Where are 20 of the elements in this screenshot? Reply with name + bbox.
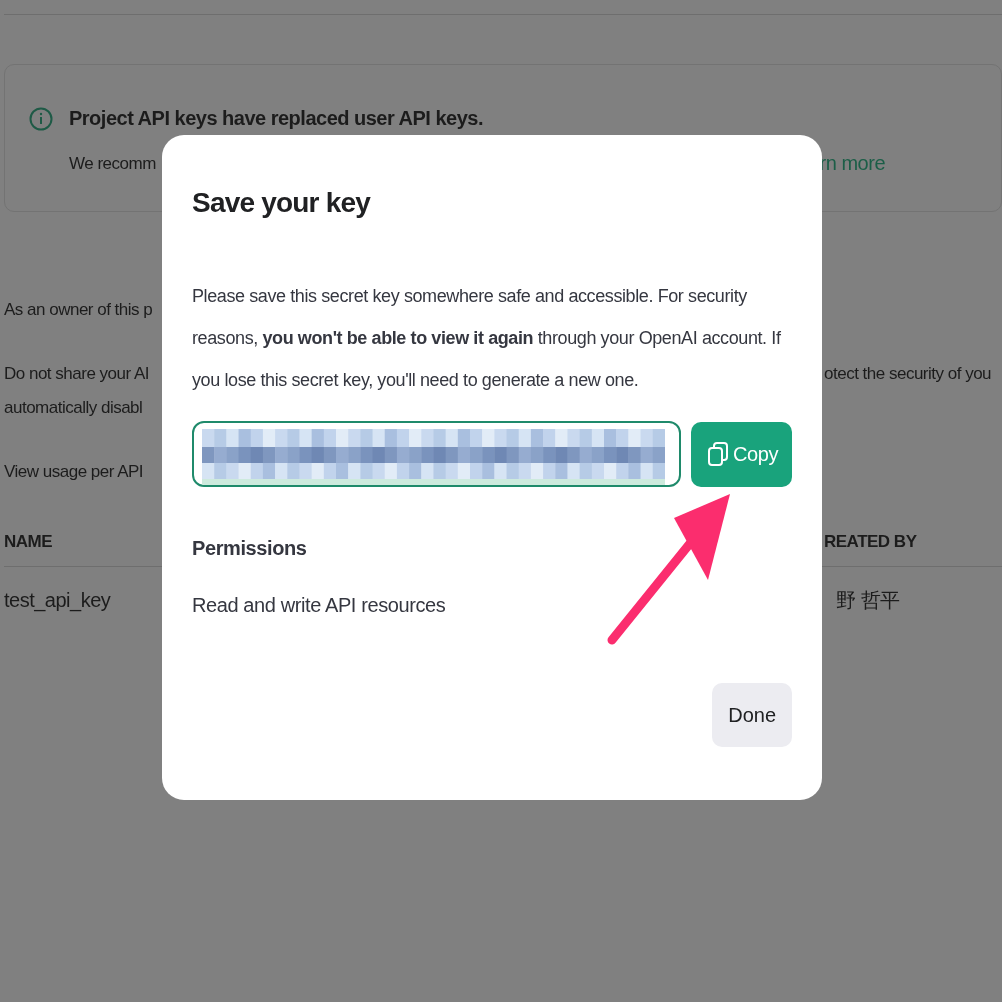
permissions-label: Permissions: [192, 537, 308, 560]
body-text: Do not share your AI: [4, 364, 149, 384]
copy-button[interactable]: Copy: [690, 421, 792, 487]
key-field[interactable]: [192, 421, 681, 487]
body-text: otect the security of you: [824, 364, 993, 384]
body-text: automatically disabl: [4, 398, 143, 418]
copy-icon: [706, 441, 729, 467]
column-header: NAME: [4, 532, 53, 552]
dialog-message: Please save this secret key somewhere safe and accessible. For security reasons, you won't be able to view it again through your OpenAI account. If you lose this secret key, you'll need to generate a new one.: [192, 285, 782, 392]
table-cell-text: 野 哲平: [836, 588, 901, 613]
info-icon: [29, 107, 53, 131]
done-button[interactable]: Done: [712, 683, 792, 747]
notice-text: We recomm: [69, 153, 156, 174]
body-text: View usage per API: [4, 462, 144, 482]
permissions-value: Read and write API resources: [192, 594, 447, 617]
body-text: As an owner of this p: [4, 300, 153, 320]
notice-title: Project API keys have replaced user API keys.: [69, 107, 485, 130]
column-header: REATED BY: [824, 532, 918, 552]
dialog-title: Save your key: [192, 187, 372, 219]
table-cell: test_api_key: [4, 589, 111, 612]
